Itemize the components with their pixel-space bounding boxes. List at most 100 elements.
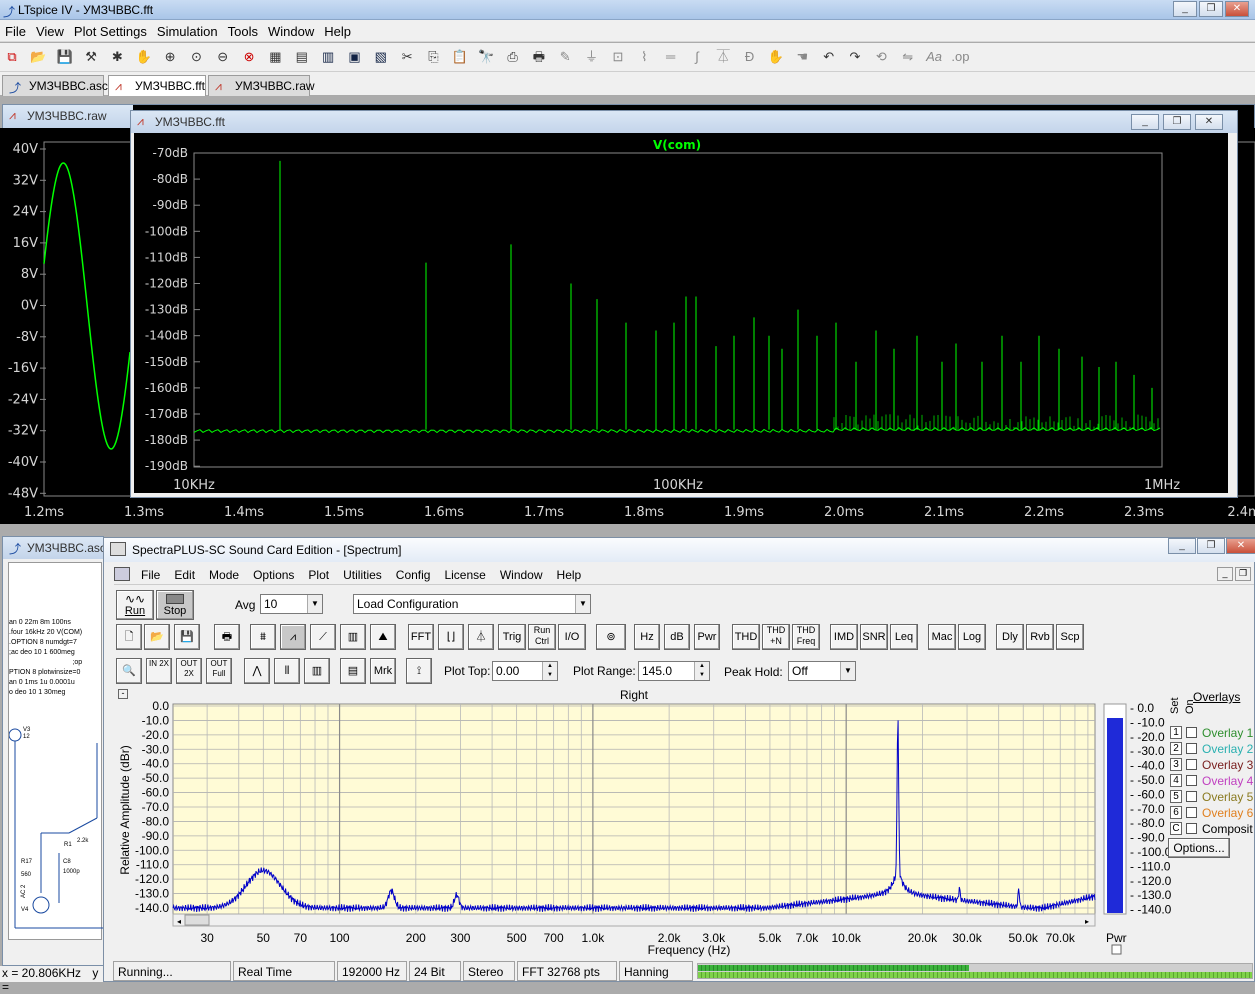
imd-button[interactable]: IMD xyxy=(830,624,858,650)
text-icon[interactable]: Aa xyxy=(924,47,944,67)
3d-surface-icon[interactable]: ⛰ xyxy=(370,624,396,650)
scroll-right-icon[interactable]: ▸ xyxy=(1085,917,1089,926)
thd-button[interactable]: THD xyxy=(732,624,760,650)
zoom-in-2x-button[interactable]: IN 2X xyxy=(146,658,172,684)
print-icon[interactable]: 🖶 xyxy=(214,624,240,650)
print-setup-icon[interactable]: ⎙ xyxy=(503,47,523,67)
spectrum-icon[interactable]: ⩘ xyxy=(280,624,306,650)
move-icon[interactable]: ✋ xyxy=(766,47,786,67)
spectra-menu-mode[interactable]: Mode xyxy=(202,565,246,582)
leq-button[interactable]: Leq xyxy=(890,624,918,650)
plot-top-input[interactable]: 0.00 ▲ ▼ xyxy=(492,661,558,681)
scroll-left-icon[interactable]: ◂ xyxy=(177,917,181,926)
tab-asc[interactable]: ⤴ УМЗЧВВС.asc xyxy=(2,75,104,96)
fft-restore-button[interactable]: ❐ xyxy=(1163,114,1191,130)
spectra-menu-file[interactable]: File xyxy=(134,565,167,582)
spectrum-plot[interactable]: 0.0-10.0-20.0-30.0-40.0-50.0-60.0-70.0-8… xyxy=(113,700,1173,962)
spectra-menu-plot[interactable]: Plot xyxy=(301,565,336,582)
overlay-set-button[interactable]: C xyxy=(1170,822,1182,835)
overlay-checkbox[interactable] xyxy=(1186,791,1197,802)
ground-icon[interactable]: ⏚ xyxy=(582,47,602,67)
open-icon[interactable]: 📂 xyxy=(28,47,48,67)
zoom-fit-icon[interactable]: ⊗ xyxy=(239,47,259,67)
menu-window[interactable]: Window xyxy=(263,20,319,39)
label-icon[interactable]: ⊡ xyxy=(608,47,628,67)
trace-icon[interactable]: ▤ xyxy=(292,47,312,67)
pan-icon[interactable]: ⊙ xyxy=(186,47,206,67)
zoom-out-icon[interactable]: ⊖ xyxy=(213,47,233,67)
thd-n-button[interactable]: THD +N xyxy=(762,624,790,650)
control-panel-icon[interactable]: ⚒ xyxy=(81,47,101,67)
hz-button[interactable]: Hz xyxy=(634,624,660,650)
options-button[interactable]: Options... xyxy=(1168,838,1230,858)
spice-directive-icon[interactable]: .op xyxy=(950,47,970,67)
avg-select[interactable]: 10 ▼ xyxy=(260,594,323,614)
overlay-set-button[interactable]: 3 xyxy=(1170,758,1182,771)
inductor-icon[interactable]: ∫ xyxy=(687,47,707,67)
plot-collapse-icon[interactable]: - xyxy=(118,689,128,699)
trigger-icon[interactable]: ⏃ xyxy=(468,624,494,650)
spectra-menu-help[interactable]: Help xyxy=(550,565,589,582)
spectra-restore-button[interactable]: ❐ xyxy=(1197,538,1225,554)
spectra-menu-edit[interactable]: Edit xyxy=(167,565,202,582)
overlay-checkbox[interactable] xyxy=(1186,727,1197,738)
minimize-button[interactable]: _ xyxy=(1173,1,1197,17)
overlay-set-button[interactable]: 1 xyxy=(1170,726,1182,739)
log-button[interactable]: Log xyxy=(958,624,986,650)
zoom-out-2x-button[interactable]: OUT 2X xyxy=(176,658,202,684)
halt-icon[interactable]: ✋ xyxy=(134,47,154,67)
dly-button[interactable]: Dly xyxy=(996,624,1024,650)
paste-icon[interactable]: 📋 xyxy=(450,47,470,67)
zoom-out-full-button[interactable]: OUT Full xyxy=(206,658,232,684)
copy-icon[interactable]: ⎘ xyxy=(424,47,444,67)
schematic-canvas[interactable]: an 0 22m 8m 100ns .four 16kHz 20 V(COM) … xyxy=(8,562,102,940)
save-icon[interactable]: 💾 xyxy=(174,624,200,650)
snr-button[interactable]: SNR xyxy=(860,624,888,650)
trig-button[interactable]: Trig xyxy=(498,624,526,650)
tile-vertical-icon[interactable]: ▧ xyxy=(371,47,391,67)
overlay-checkbox[interactable] xyxy=(1186,775,1197,786)
marker-button[interactable]: Mrk xyxy=(370,658,396,684)
peak-icon[interactable]: ⋀ xyxy=(244,658,270,684)
spectrogram-icon[interactable]: ▥ xyxy=(340,624,366,650)
phase-icon[interactable]: ⟋ xyxy=(310,624,336,650)
close-button[interactable]: ✕ xyxy=(1225,1,1249,17)
thd-freq-button[interactable]: THD Freq xyxy=(792,624,820,650)
menu-help[interactable]: Help xyxy=(319,20,356,39)
h-scrollbar[interactable] xyxy=(173,914,1095,926)
bars-icon[interactable]: ▥ xyxy=(304,658,330,684)
scale-icon[interactable]: ⟟ xyxy=(406,658,432,684)
io-button[interactable]: I/O xyxy=(558,624,586,650)
fft-minimize-button[interactable]: _ xyxy=(1131,114,1159,130)
db-button[interactable]: dB xyxy=(664,624,690,650)
window-function-icon[interactable]: ⌊⌋ xyxy=(438,624,464,650)
capacitor-icon[interactable]: ═ xyxy=(661,47,681,67)
stop-button[interactable]: Stop xyxy=(156,590,194,620)
scp-button[interactable]: Scp xyxy=(1056,624,1084,650)
print-icon[interactable]: 🖶 xyxy=(529,47,549,67)
wire-icon[interactable]: ✎ xyxy=(555,47,575,67)
fft-plot[interactable]: V(com) -70dB -80dB -90dB -100dB -110dB -120dB… xyxy=(134,133,1228,493)
menu-simulation[interactable]: Simulation xyxy=(152,20,223,39)
octave-icon[interactable]: ⫴ xyxy=(274,658,300,684)
autorange-icon[interactable]: ▦ xyxy=(265,47,285,67)
overlay-set-button[interactable]: 2 xyxy=(1170,742,1182,755)
spectra-menu-license[interactable]: License xyxy=(437,565,492,582)
diode-icon[interactable]: ⏄ xyxy=(713,47,733,67)
fft-close-button[interactable]: ✕ xyxy=(1195,114,1223,130)
spectra-menu-options[interactable]: Options xyxy=(246,565,301,582)
mirror-icon[interactable]: ⇋ xyxy=(898,47,918,67)
plot-range-input[interactable]: 145.0 ▲ ▼ xyxy=(638,661,710,681)
fft-button[interactable]: FFT xyxy=(408,624,434,650)
mac-button[interactable]: Mac xyxy=(928,624,956,650)
restore-button[interactable]: ❐ xyxy=(1199,1,1223,17)
find-icon[interactable]: 🔭 xyxy=(476,47,496,67)
signal-generator-icon[interactable]: ⊚ xyxy=(596,624,626,650)
scroll-thumb[interactable] xyxy=(185,915,209,925)
run-icon[interactable]: ✱ xyxy=(107,47,127,67)
overlay-checkbox[interactable] xyxy=(1186,743,1197,754)
spectra-menu-window[interactable]: Window xyxy=(493,565,550,582)
resistor-icon[interactable]: ⌇ xyxy=(634,47,654,67)
menu-view[interactable]: View xyxy=(31,20,69,39)
menu-file[interactable]: File xyxy=(0,20,31,39)
